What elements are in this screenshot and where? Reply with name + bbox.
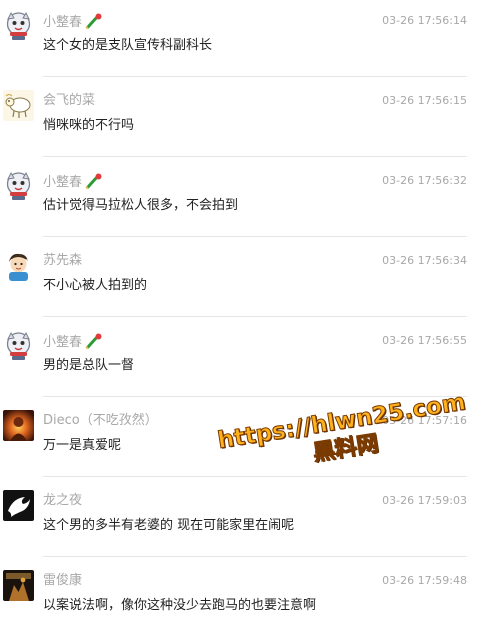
comment-text: 悄咪咪的不行吗: [43, 118, 135, 133]
rocket-badge-icon: [85, 13, 103, 29]
cartoon-boy-avatar-icon[interactable]: [3, 250, 34, 281]
timestamp: 03-26 17:56:34: [382, 254, 467, 267]
comment-thread: 小整春 03-26 17:56:14 这个女的是支队宣传科副科长 会飞的菜 03…: [0, 0, 480, 626]
divider: [43, 76, 467, 77]
cartoon-cat-avatar-icon[interactable]: [3, 330, 34, 361]
poster-avatar-icon[interactable]: [3, 570, 34, 601]
timestamp: 03-26 17:59:48: [382, 574, 467, 587]
username[interactable]: 雷俊康: [43, 573, 82, 589]
divider: [43, 156, 467, 157]
timestamp: 03-26 17:59:03: [382, 494, 467, 507]
username-text[interactable]: 龙之夜: [43, 493, 82, 508]
comment-item: 雷俊康 03-26 17:59:48 以案说法啊，像你这种没少去跑马的也要注意啊: [0, 560, 480, 626]
comment-item: 小整春 03-26 17:56:32 估计觉得马拉松人很多，不会拍到: [0, 160, 480, 240]
username[interactable]: 小整春: [43, 333, 103, 351]
divider: [43, 316, 467, 317]
comment-item: 小整春 03-26 17:56:55 男的是总队一督: [0, 320, 480, 400]
username-text[interactable]: Dieco（不吃孜然）: [43, 413, 158, 428]
comment-text: 估计觉得马拉松人很多，不会拍到: [43, 198, 239, 213]
username-text[interactable]: 雷俊康: [43, 573, 82, 588]
username[interactable]: 龙之夜: [43, 493, 82, 509]
sheep-doodle-avatar-icon[interactable]: [3, 90, 34, 121]
comment-text: 不小心被人拍到的: [43, 278, 148, 293]
username[interactable]: Dieco（不吃孜然）: [43, 413, 158, 429]
username-text[interactable]: 苏先森: [43, 253, 82, 268]
comment-text: 这个男的多半有老婆的 现在可能家里在闹呢: [43, 518, 295, 533]
username-text[interactable]: 会飞的菜: [43, 93, 95, 108]
rocket-badge-icon: [85, 173, 103, 189]
username-text[interactable]: 小整春: [43, 175, 82, 190]
divider: [43, 556, 467, 557]
divider: [43, 236, 467, 237]
username[interactable]: 苏先森: [43, 253, 82, 269]
comment-text: 男的是总队一督: [43, 358, 135, 373]
cartoon-cat-avatar-icon[interactable]: [3, 10, 34, 41]
comment-item: 小整春 03-26 17:56:14 这个女的是支队宣传科副科长: [0, 0, 480, 80]
username-text[interactable]: 小整春: [43, 15, 82, 30]
rocket-badge-icon: [85, 333, 103, 349]
cartoon-cat-avatar-icon[interactable]: [3, 170, 34, 201]
timestamp: 03-26 17:56:15: [382, 94, 467, 107]
username-text[interactable]: 小整春: [43, 335, 82, 350]
timestamp: 03-26 17:56:32: [382, 174, 467, 187]
comment-text: 万一是真爱呢: [43, 438, 122, 453]
username[interactable]: 小整春: [43, 173, 103, 191]
comment-text: 这个女的是支队宣传科副科长: [43, 38, 213, 53]
comment-item: 会飞的菜 03-26 17:56:15 悄咪咪的不行吗: [0, 80, 480, 160]
timestamp: 03-26 17:56:55: [382, 334, 467, 347]
comment-item: 苏先森 03-26 17:56:34 不小心被人拍到的: [0, 240, 480, 320]
photo-avatar-icon[interactable]: [3, 410, 34, 441]
dragon-logo-avatar-icon[interactable]: [3, 490, 34, 521]
timestamp: 03-26 17:56:14: [382, 14, 467, 27]
comment-text: 以案说法啊，像你这种没少去跑马的也要注意啊: [43, 598, 317, 613]
username[interactable]: 会飞的菜: [43, 93, 95, 109]
username[interactable]: 小整春: [43, 13, 103, 31]
